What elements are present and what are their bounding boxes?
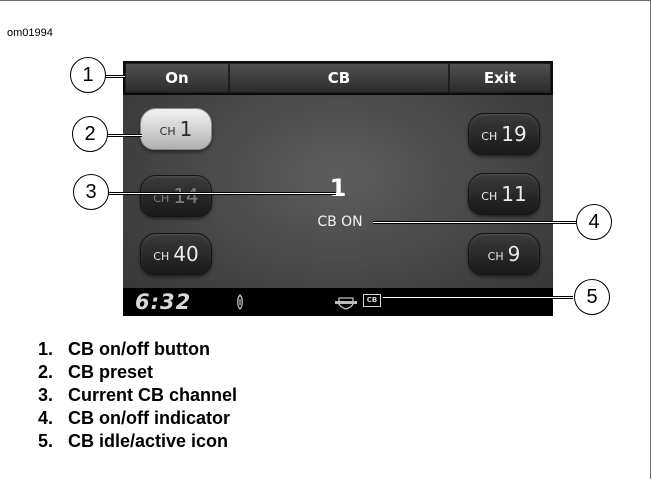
preset-prefix: CH: [153, 249, 170, 263]
callout-4: 4: [576, 204, 612, 240]
top-bar: On CB Exit: [123, 61, 553, 95]
legend-item: 1. CB on/off button: [38, 338, 237, 361]
legend-text: CB on/off indicator: [68, 408, 230, 428]
preset-number: 40: [173, 242, 199, 266]
preset-ch-1-button[interactable]: CH 1: [140, 108, 212, 150]
legend-item: 5. CB idle/active icon: [38, 430, 237, 453]
screen-title: CB: [229, 63, 449, 93]
status-bar: 6:32 CB: [123, 288, 553, 316]
exit-button[interactable]: Exit: [449, 63, 551, 93]
legend-number: 1.: [38, 339, 54, 359]
current-channel: 1: [329, 174, 347, 202]
leader-line-4: [373, 221, 576, 224]
cb-screen: On CB Exit CH 1 CH 14 CH 40 CH 19 CH 11 …: [123, 61, 553, 316]
legend-item: 2. CB preset: [38, 361, 237, 384]
legend-text: CB preset: [68, 362, 154, 382]
on-button[interactable]: On: [125, 63, 229, 93]
leader-line-3: [108, 192, 336, 195]
legend-number: 4.: [38, 408, 54, 428]
bar-and-shield-icon: [335, 297, 357, 310]
leader-line-1: [103, 75, 125, 78]
preset-ch-14-button[interactable]: CH 14: [140, 175, 212, 217]
preset-ch-19-button[interactable]: CH 19: [468, 113, 540, 155]
legend-item: 3. Current CB channel: [38, 384, 237, 407]
preset-number: 1: [179, 117, 193, 141]
legend-number: 5.: [38, 431, 54, 451]
audio-source-icon: [237, 294, 243, 310]
clock: 6:32: [135, 290, 192, 314]
legend-text: CB idle/active icon: [68, 431, 229, 451]
legend-item: 4. CB on/off indicator: [38, 407, 237, 430]
leader-line-2: [107, 134, 142, 137]
preset-number: 14: [173, 184, 199, 208]
preset-ch-40-button[interactable]: CH 40: [140, 233, 212, 275]
preset-prefix: CH: [159, 124, 176, 138]
preset-ch-9-button[interactable]: CH 9: [468, 233, 540, 275]
legend-list: 1. CB on/off button 2. CB preset 3. Current…: [38, 338, 237, 453]
leader-line-5: [383, 296, 573, 299]
preset-number: 19: [501, 122, 527, 146]
callout-5: 5: [574, 279, 610, 315]
cb-status-indicator: CB ON: [317, 214, 363, 230]
preset-prefix: CH: [487, 249, 504, 263]
legend-text: CB on/off button: [68, 339, 210, 359]
cb-active-icon: CB: [363, 294, 381, 307]
legend-text: Current CB channel: [68, 385, 238, 405]
preset-number: 11: [501, 182, 527, 206]
figure-id: om01994: [7, 27, 53, 39]
preset-number: 9: [507, 242, 521, 266]
preset-prefix: CH: [481, 189, 498, 203]
callout-1: 1: [70, 57, 106, 93]
preset-ch-11-button[interactable]: CH 11: [468, 173, 540, 215]
callout-3: 3: [73, 174, 109, 210]
legend-number: 3.: [38, 385, 54, 405]
legend-number: 2.: [38, 362, 54, 382]
preset-prefix: CH: [481, 129, 498, 143]
callout-2: 2: [72, 116, 108, 152]
